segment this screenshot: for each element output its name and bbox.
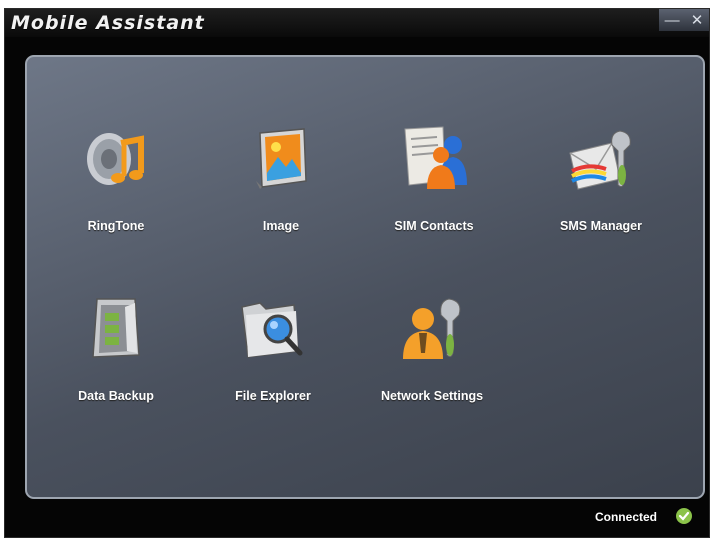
connected-check-icon xyxy=(676,508,692,524)
tile-data-backup[interactable]: Data Backup xyxy=(46,293,186,433)
file-explorer-folder-magnifier-icon xyxy=(241,302,303,358)
tile-label: File Explorer xyxy=(235,389,311,403)
tile-label: Network Settings xyxy=(380,389,484,403)
sim-contacts-icon xyxy=(404,126,467,189)
title-bar[interactable]: Mobile Assistant — ✕ xyxy=(5,9,709,37)
data-backup-cabinet-icon xyxy=(92,298,140,358)
sms-envelope-wrench-icon xyxy=(569,130,631,190)
tile-ringtone[interactable]: RingTone xyxy=(46,123,186,263)
minimize-button[interactable]: — xyxy=(665,13,680,28)
tile-label: Image xyxy=(262,219,300,233)
feature-panel: RingTone Image SIM Contacts SMS Manager … xyxy=(25,55,705,499)
tile-network-settings[interactable]: Network Settings xyxy=(362,293,502,433)
network-settings-person-wrench-icon xyxy=(403,298,461,359)
connection-status-text: Connected xyxy=(594,510,657,524)
ringtone-speaker-icon xyxy=(87,133,144,185)
tile-sms-manager[interactable]: SMS Manager xyxy=(531,123,671,263)
window-controls: — ✕ xyxy=(659,9,709,31)
tile-image[interactable]: Image xyxy=(211,123,351,263)
tile-label: Data Backup xyxy=(78,389,154,403)
app-window: Mobile Assistant — ✕ RingTone Image SIM … xyxy=(4,8,710,538)
image-picture-icon xyxy=(256,128,307,189)
tile-file-explorer[interactable]: File Explorer xyxy=(203,293,343,433)
tile-label: SIM Contacts xyxy=(394,219,474,233)
tile-label: SMS Manager xyxy=(560,219,642,233)
app-title: Mobile Assistant xyxy=(11,12,205,34)
status-bar: Connected xyxy=(5,497,709,537)
tile-sim-contacts[interactable]: SIM Contacts xyxy=(364,123,504,263)
tile-label: RingTone xyxy=(87,219,145,233)
close-button[interactable]: ✕ xyxy=(691,13,704,28)
